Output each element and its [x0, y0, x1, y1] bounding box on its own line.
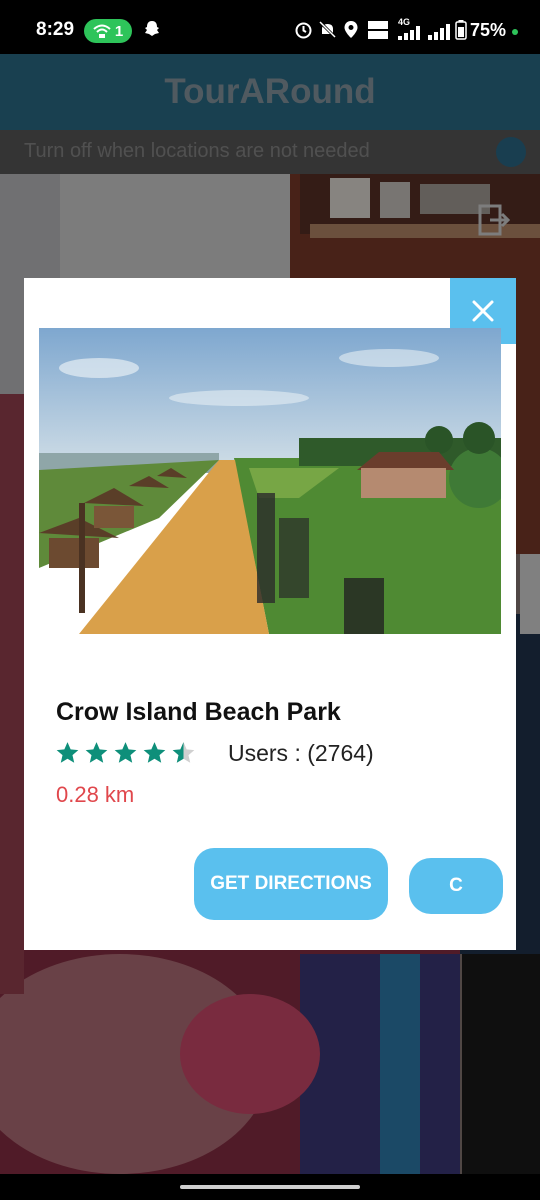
- users-count: Users : (2764): [228, 740, 374, 766]
- mute-icon: [318, 20, 337, 39]
- alarm-icon: [295, 22, 312, 39]
- place-dialog: Crow Island Beach Park Users : (2764) 0.…: [24, 278, 516, 950]
- place-photo: [39, 328, 501, 634]
- snapchat-icon: [145, 21, 159, 36]
- distance-label: 0.28 km: [56, 782, 135, 807]
- location-icon: [344, 21, 358, 38]
- rating-stars: [54, 740, 197, 766]
- hotspot-indicator: 1: [84, 19, 132, 43]
- close-icon: [472, 300, 494, 322]
- battery-icon: [455, 20, 467, 40]
- star-icon: [56, 742, 79, 763]
- status-time: 8:29: [36, 19, 75, 40]
- signal-1-icon: [398, 26, 420, 40]
- wifi-icon: [93, 24, 111, 38]
- battery-percentage: 75%: [470, 20, 507, 40]
- get-directions-button[interactable]: GET DIRECTIONS: [194, 848, 388, 920]
- star-icon: [85, 742, 108, 763]
- star-icon: [114, 742, 137, 763]
- signal-2-icon: [428, 24, 450, 40]
- status-bar: 8:29 1 4G 75%: [0, 0, 540, 54]
- c-button[interactable]: C: [409, 858, 503, 914]
- privacy-indicator: [512, 29, 518, 35]
- volte-icon: [368, 21, 388, 39]
- star-icon: [143, 742, 166, 763]
- place-name: Crow Island Beach Park: [56, 698, 341, 726]
- half-star-icon: [172, 742, 195, 763]
- home-indicator[interactable]: [180, 1185, 360, 1189]
- hotspot-count: 1: [114, 22, 124, 40]
